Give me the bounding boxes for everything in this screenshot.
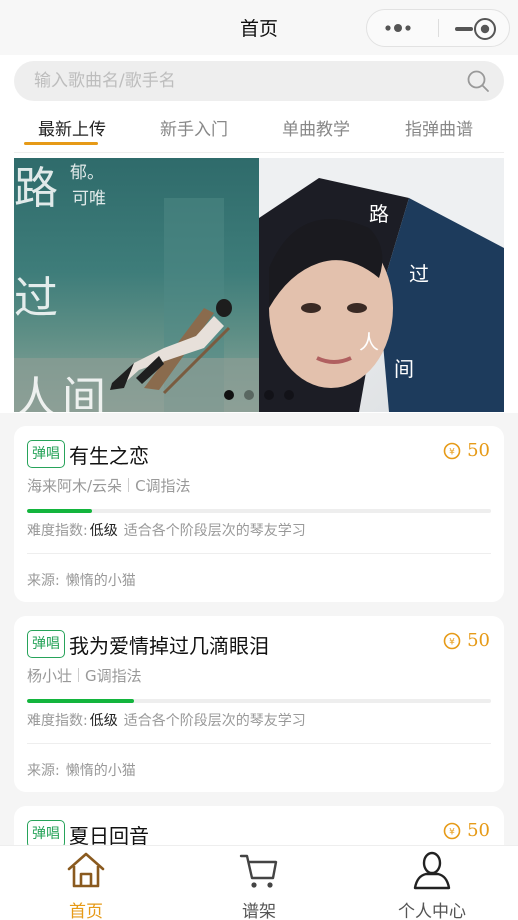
- difficulty-level: 低级: [89, 713, 118, 729]
- banner-left-small-1: 郁。: [70, 163, 104, 183]
- difficulty-bar: [27, 699, 491, 703]
- song-card[interactable]: 弹唱 我为爱情掉过几滴眼泪 ¥ 50 杨小壮 G调指法 难度指数: 低级 适合各个阶段…: [14, 616, 504, 792]
- song-price: ¥ 50: [443, 630, 490, 654]
- tab-fingerstyle[interactable]: 指弹曲谱: [405, 115, 473, 140]
- source-name: 懒惰的小猫: [65, 763, 136, 779]
- card-divider: [27, 553, 491, 554]
- nav-bar: 首页: [0, 0, 518, 55]
- banner-left-char-1: 路: [14, 163, 58, 214]
- difficulty-bar: [27, 509, 491, 513]
- banner-left-char-3: 人: [14, 373, 58, 412]
- song-title: 我为爱情掉过几滴眼泪: [69, 634, 269, 658]
- banner-left-char-2: 过: [14, 273, 58, 324]
- difficulty-bar-fill: [27, 509, 92, 513]
- price-value: 50: [467, 630, 490, 651]
- tabbar-label: 首页: [69, 902, 103, 920]
- song-key: C调指法: [135, 477, 191, 495]
- source-label: 来源:: [27, 763, 60, 779]
- svg-text:¥: ¥: [449, 637, 455, 647]
- price-value: 50: [467, 440, 490, 461]
- banner-image-left: 路 过 人 间 郁。 可唯: [14, 158, 259, 412]
- category-tabs: 最新上传 新手入门 单曲教学 指弹曲谱: [14, 107, 504, 153]
- difficulty-bar-fill: [27, 699, 134, 703]
- banner-right-char-4: 间: [394, 357, 414, 381]
- source-row: 来源: 懒惰的小猫: [27, 570, 136, 590]
- source-label: 来源:: [27, 573, 60, 589]
- carousel-dot[interactable]: [244, 390, 254, 400]
- meta-separator: [128, 478, 130, 492]
- capsule-divider: [438, 19, 439, 37]
- user-icon: [413, 851, 451, 890]
- difficulty-level: 低级: [89, 523, 118, 539]
- source-name: 懒惰的小猫: [65, 573, 136, 589]
- song-price: ¥ 50: [443, 440, 490, 464]
- difficulty-desc: 适合各个阶段层次的琴友学习: [123, 713, 306, 729]
- tab-active-indicator: [24, 142, 98, 145]
- difficulty-row: 难度指数: 低级 适合各个阶段层次的琴友学习: [27, 520, 306, 540]
- tab-single-lesson[interactable]: 单曲教学: [282, 115, 350, 140]
- song-artist: 海来阿木/云朵: [27, 477, 123, 495]
- close-circle-icon[interactable]: [473, 17, 497, 41]
- home-icon: [67, 852, 105, 888]
- banner-image-right: 路 过 人 间: [259, 158, 504, 412]
- coin-icon: ¥: [443, 442, 461, 459]
- song-card[interactable]: 弹唱 有生之恋 ¥ 50 海来阿木/云朵 C调指法 难度指数: 低级 适合各个阶段层次…: [14, 426, 504, 602]
- banner-left-small-2: 可唯: [72, 189, 106, 209]
- tab-beginner[interactable]: 新手入门: [160, 115, 228, 140]
- more-icon[interactable]: [381, 18, 415, 38]
- svg-text:¥: ¥: [449, 447, 455, 457]
- price-value: 50: [467, 820, 490, 841]
- carousel-dot[interactable]: [224, 390, 234, 400]
- banner-right-char-1: 路: [369, 202, 389, 226]
- top-area: 最新上传 新手入门 单曲教学 指弹曲谱 路 过 人 间 郁。 可唯: [0, 55, 518, 413]
- banner-left-char-4: 间: [62, 373, 106, 412]
- coin-icon: ¥: [443, 632, 461, 649]
- search-icon[interactable]: [466, 69, 490, 93]
- song-artist: 杨小壮: [27, 667, 73, 685]
- bottom-tab-bar: 首页 谱架 个人中心: [0, 845, 518, 920]
- banner-right-char-3: 人: [359, 330, 379, 354]
- tabbar-label: 谱架: [242, 902, 276, 920]
- song-title: 有生之恋: [69, 444, 149, 468]
- difficulty-row: 难度指数: 低级 适合各个阶段层次的琴友学习: [27, 710, 306, 730]
- banner-carousel[interactable]: 路 过 人 间 郁。 可唯 路 过 人 间: [14, 158, 504, 412]
- tabbar-item-profile[interactable]: 个人中心: [346, 846, 518, 920]
- tabbar-label: 个人中心: [398, 902, 466, 920]
- song-type-badge: 弹唱: [27, 440, 65, 468]
- difficulty-label: 难度指数:: [27, 713, 88, 729]
- card-divider: [27, 743, 491, 744]
- song-type-badge: 弹唱: [27, 630, 65, 658]
- banner-right-char-2: 过: [409, 262, 429, 286]
- tabbar-item-home[interactable]: 首页: [0, 846, 172, 920]
- difficulty-desc: 适合各个阶段层次的琴友学习: [123, 523, 306, 539]
- carousel-dot[interactable]: [264, 390, 274, 400]
- coin-icon: ¥: [443, 822, 461, 839]
- source-row: 来源: 懒惰的小猫: [27, 760, 136, 780]
- minimize-icon[interactable]: [455, 27, 473, 31]
- meta-separator: [78, 668, 80, 682]
- mini-program-capsule: [366, 9, 510, 47]
- tabbar-item-shelf[interactable]: 谱架: [173, 846, 345, 920]
- cart-icon: [239, 854, 278, 888]
- song-meta: 杨小壮 G调指法: [27, 665, 142, 686]
- album-photo-right: [259, 158, 504, 412]
- difficulty-label: 难度指数:: [27, 523, 88, 539]
- tab-latest-upload[interactable]: 最新上传: [38, 115, 106, 140]
- song-price: ¥ 50: [443, 820, 490, 844]
- song-type-badge: 弹唱: [27, 820, 65, 848]
- song-key: G调指法: [85, 667, 142, 685]
- search-input[interactable]: [14, 61, 504, 101]
- carousel-dot[interactable]: [284, 390, 294, 400]
- svg-text:¥: ¥: [449, 827, 455, 837]
- song-meta: 海来阿木/云朵 C调指法: [27, 475, 191, 496]
